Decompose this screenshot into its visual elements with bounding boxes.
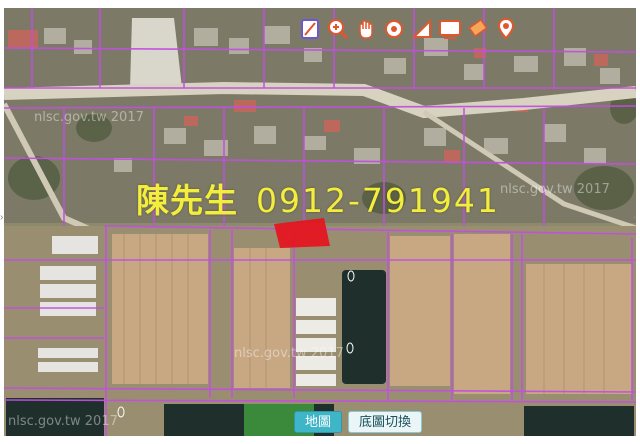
watermark-center: nlsc.gov.tw 2017 [234, 346, 344, 361]
zoom-in-icon[interactable] [326, 16, 350, 42]
map-viewer: nlsc.gov.tw 2017 nlsc.gov.tw 2017 nlsc.g… [0, 0, 640, 444]
measure-ruler-icon[interactable] [298, 16, 322, 42]
watermark-top-right: nlsc.gov.tw 2017 [500, 182, 610, 197]
basemap-switch-button[interactable]: 底圖切換 [348, 411, 423, 433]
measure-area-icon[interactable] [410, 16, 434, 42]
watermark-bottom-left: nlsc.gov.tw 2017 [8, 414, 118, 429]
pin-settings-icon[interactable] [494, 16, 518, 42]
contact-name: 陳先生 [136, 181, 238, 220]
basemap-controls: 地圖 底圖切換 [294, 411, 423, 433]
map-button[interactable]: 地圖 [294, 411, 343, 433]
satellite-map[interactable] [4, 8, 636, 436]
map-toolbar [298, 14, 518, 44]
locate-point-icon[interactable] [382, 16, 406, 42]
watermark-top-left: nlsc.gov.tw 2017 [34, 110, 144, 125]
info-panel-icon[interactable] [438, 16, 462, 42]
scroll-right-icon[interactable]: ‹ [633, 212, 636, 223]
scroll-left-icon[interactable]: › [0, 212, 3, 223]
eraser-icon[interactable] [466, 16, 490, 42]
pan-hand-icon[interactable] [354, 16, 378, 42]
contact-phone: 0912-791941 [256, 181, 500, 220]
contact-overlay: 陳先生 0912-791941 [136, 174, 500, 222]
